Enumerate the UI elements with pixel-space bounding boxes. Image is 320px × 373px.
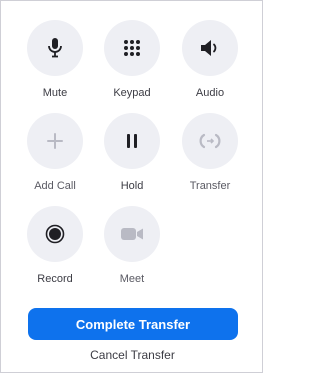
meet-control[interactable]: Meet <box>97 206 167 290</box>
complete-transfer-button[interactable]: Complete Transfer <box>28 308 238 340</box>
record-label: Record <box>37 273 73 285</box>
speaker-icon <box>201 40 217 56</box>
hold-control[interactable]: Hold <box>97 113 167 197</box>
transfer-label: Transfer <box>189 180 231 192</box>
add-call-label: Add Call <box>34 180 76 192</box>
hold-label: Hold <box>120 180 144 192</box>
meet-button[interactable] <box>104 206 160 262</box>
audio-control[interactable]: Audio <box>175 20 245 104</box>
pause-icon <box>127 134 137 148</box>
transfer-control[interactable]: Transfer <box>175 113 245 197</box>
plus-icon <box>47 133 63 149</box>
add-call-control[interactable]: Add Call <box>20 113 90 197</box>
keypad-control[interactable]: Keypad <box>97 20 167 104</box>
add-call-button[interactable] <box>27 113 83 169</box>
control-grid: Mute Keypad Audio Add Call Hold Transfer… <box>1 1 264 291</box>
record-icon <box>45 224 65 244</box>
cancel-transfer-link[interactable]: Cancel Transfer <box>1 348 264 362</box>
mute-label: Mute <box>42 87 68 99</box>
microphone-icon <box>48 38 62 58</box>
mute-button[interactable] <box>27 20 83 76</box>
hold-button[interactable] <box>104 113 160 169</box>
meet-label: Meet <box>119 273 145 285</box>
keypad-label: Keypad <box>113 87 151 99</box>
call-controls-panel: Mute Keypad Audio Add Call Hold Transfer… <box>0 0 263 373</box>
transfer-icon <box>199 133 221 149</box>
transfer-button[interactable] <box>182 113 238 169</box>
keypad-button[interactable] <box>104 20 160 76</box>
video-camera-icon <box>121 228 143 240</box>
keypad-icon <box>124 40 140 56</box>
record-control[interactable]: Record <box>20 206 90 290</box>
audio-label: Audio <box>195 87 225 99</box>
record-button[interactable] <box>27 206 83 262</box>
mute-control[interactable]: Mute <box>20 20 90 104</box>
audio-button[interactable] <box>182 20 238 76</box>
